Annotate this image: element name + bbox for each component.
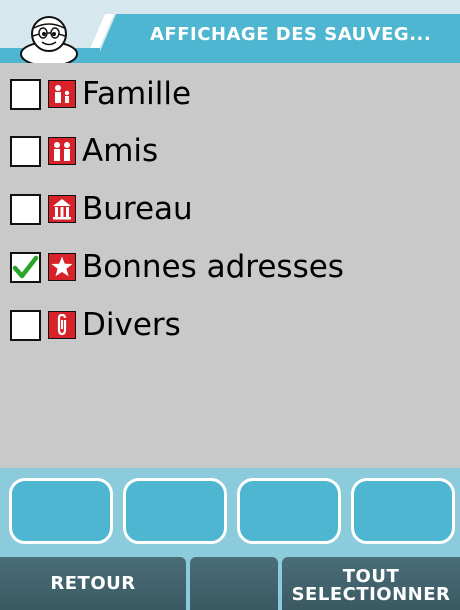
- softkey-bar: RETOUR TOUT SELECTIONNER: [0, 557, 460, 610]
- paperclip-icon: [48, 311, 76, 339]
- item-label: Famille: [82, 76, 192, 112]
- office-icon: [48, 195, 76, 223]
- star-icon: [48, 253, 76, 281]
- shortcut-slot-3[interactable]: [237, 478, 341, 544]
- select-all-button[interactable]: TOUT SELECTIONNER: [282, 557, 460, 610]
- shortcut-slot-1[interactable]: [9, 478, 113, 544]
- item-label: Divers: [82, 307, 181, 343]
- select-all-label-line2: SELECTIONNER: [291, 583, 451, 605]
- back-button[interactable]: RETOUR: [0, 557, 186, 610]
- friends-icon: [48, 137, 76, 165]
- bottom-panel: RETOUR TOUT SELECTIONNER: [0, 468, 460, 610]
- checkbox-bureau[interactable]: [10, 193, 41, 225]
- checkbox-amis[interactable]: [10, 135, 41, 167]
- michelin-mascot-logo: [20, 16, 78, 63]
- middle-softkey[interactable]: [190, 557, 278, 610]
- checkbox-famille[interactable]: [10, 78, 41, 110]
- back-button-label: RETOUR: [50, 572, 136, 594]
- page-title: AFFICHAGE DES SAUVEG...: [150, 24, 432, 45]
- item-label: Bonnes adresses: [82, 249, 344, 285]
- list-item-bureau[interactable]: Bureau: [10, 184, 193, 234]
- list-item-bonnes-adresses[interactable]: Bonnes adresses: [10, 242, 344, 292]
- checkbox-bonnes-adresses[interactable]: [10, 251, 41, 283]
- family-icon: [48, 80, 76, 108]
- list-item-divers[interactable]: Divers: [10, 300, 181, 350]
- checkbox-divers[interactable]: [10, 309, 41, 341]
- item-label: Amis: [82, 133, 159, 169]
- shortcut-slot-4[interactable]: [351, 478, 455, 544]
- item-label: Bureau: [82, 191, 193, 227]
- shortcut-slot-2[interactable]: [123, 478, 227, 544]
- list-item-famille[interactable]: Famille: [10, 69, 191, 119]
- select-all-label-line1: TOUT: [342, 565, 400, 587]
- list-item-amis[interactable]: Amis: [10, 126, 158, 176]
- checkmark-icon: [12, 255, 39, 278]
- header-bar: AFFICHAGE DES SAUVEG...: [0, 0, 460, 63]
